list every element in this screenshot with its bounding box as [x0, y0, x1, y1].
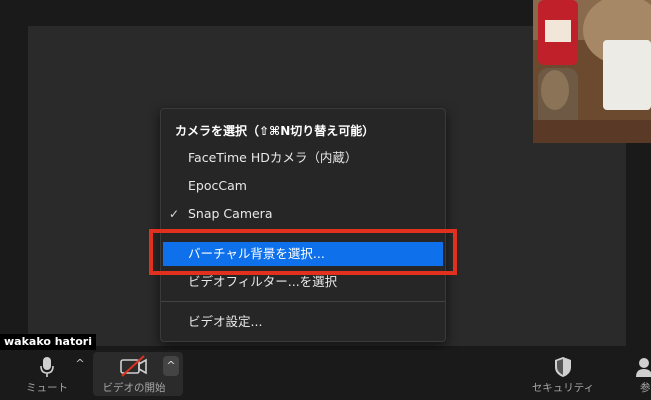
start-video-button[interactable]: ビデオの開始	[96, 350, 172, 400]
menu-header: カメラを選択（⇧⌘N切り替え可能）	[175, 124, 375, 138]
self-view-thumbnail[interactable]	[533, 0, 651, 143]
shield-icon	[554, 356, 572, 382]
camera-feed-image	[533, 0, 651, 143]
microphone-icon	[40, 356, 54, 382]
menu-item-video-settings[interactable]: ビデオ設定...	[161, 310, 445, 334]
start-video-label: ビデオの開始	[102, 382, 166, 394]
menu-item-facetime-camera[interactable]: FaceTime HDカメラ（内蔵）	[161, 146, 445, 170]
participants-label: 参	[640, 382, 651, 394]
participant-name-tag: wakako hatori	[0, 334, 96, 350]
security-button[interactable]: セキュリティ	[524, 350, 602, 400]
participants-icon	[635, 356, 651, 382]
menu-item-label: ビデオ設定...	[188, 314, 263, 329]
video-options-caret-icon[interactable]: ^	[163, 356, 179, 376]
video-off-icon	[119, 355, 149, 381]
meeting-toolbar: ミュート ^ ビデオの開始 ^ セキュリティ 参	[0, 350, 651, 400]
mute-label: ミュート	[26, 382, 68, 394]
menu-item-label: Snap Camera	[188, 206, 273, 221]
menu-item-epoccam[interactable]: EpocCam	[161, 174, 445, 198]
security-label: セキュリティ	[531, 382, 595, 394]
mute-button[interactable]: ミュート	[14, 350, 80, 400]
menu-item-snap-camera[interactable]: ✓ Snap Camera	[161, 202, 445, 226]
annotation-highlight-box	[149, 229, 457, 275]
menu-divider	[161, 301, 445, 302]
checkmark-icon: ✓	[169, 207, 180, 221]
participants-button[interactable]: 参	[630, 350, 651, 400]
menu-item-label: FaceTime HDカメラ（内蔵）	[188, 150, 358, 165]
menu-item-label: EpocCam	[188, 178, 247, 193]
audio-options-caret-icon[interactable]: ^	[72, 356, 88, 372]
camera-select-menu: カメラを選択（⇧⌘N切り替え可能） FaceTime HDカメラ（内蔵） Epo…	[160, 108, 446, 342]
